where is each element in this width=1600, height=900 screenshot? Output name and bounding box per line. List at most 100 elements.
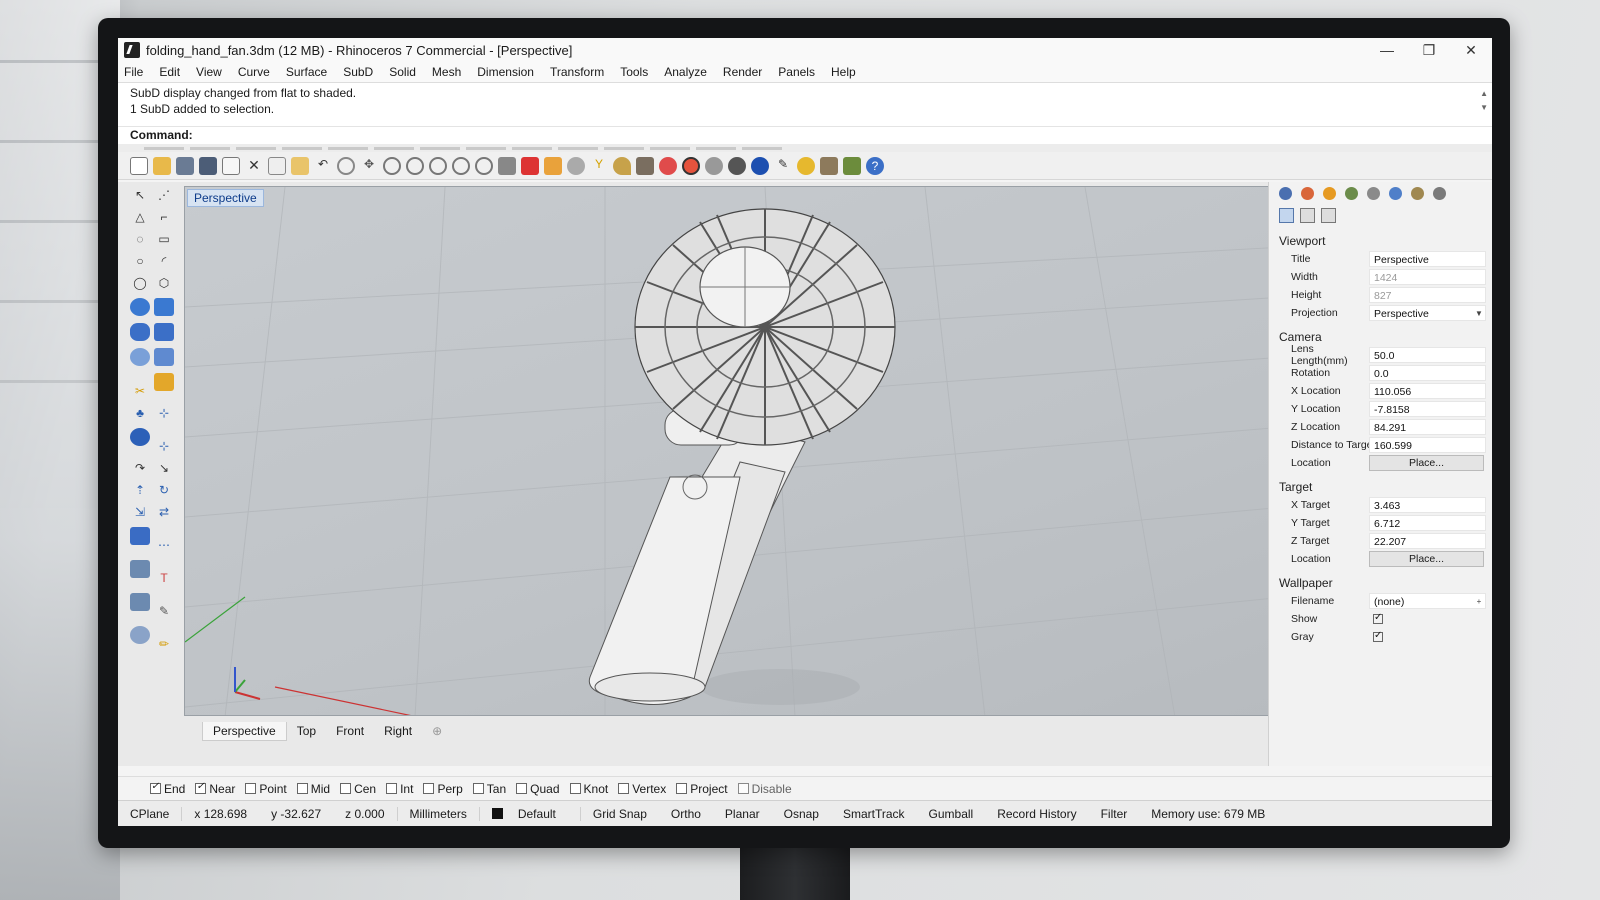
osnap-checkbox[interactable] <box>340 783 352 794</box>
mirror-icon[interactable]: ⇄ <box>154 505 174 523</box>
select-options-icon[interactable]: ⋰ <box>154 188 174 206</box>
sphere-icon[interactable] <box>130 348 150 366</box>
osnap-checkbox[interactable] <box>618 783 630 794</box>
menu-view[interactable]: View <box>196 65 222 79</box>
viewport-title[interactable]: Perspective <box>187 189 264 207</box>
osnap-mid[interactable]: Mid <box>296 782 330 796</box>
menu-solid[interactable]: Solid <box>389 65 416 79</box>
menu-subd[interactable]: SubD <box>343 65 373 79</box>
menu-surface[interactable]: Surface <box>286 65 327 79</box>
osnap-checkbox[interactable] <box>472 783 484 794</box>
gray-checkbox[interactable] <box>1373 630 1383 642</box>
solid-icon[interactable] <box>130 323 150 341</box>
point-icon[interactable]: △ <box>130 210 150 228</box>
osnap-checkbox[interactable] <box>676 783 688 794</box>
zoom-all-icon[interactable] <box>475 156 493 175</box>
osnap-checkbox[interactable] <box>296 783 308 794</box>
libraries-tab-icon[interactable] <box>1411 186 1424 200</box>
toolbar-tab[interactable] <box>190 147 230 150</box>
shaded-icon[interactable] <box>705 156 723 175</box>
units-indicator[interactable]: Millimeters <box>398 806 480 821</box>
layers-tab-icon[interactable] <box>1301 186 1314 200</box>
explode-icon[interactable]: ⊹ <box>154 406 174 424</box>
menu-panels[interactable]: Panels <box>778 65 815 79</box>
cplane-indicator[interactable]: CPlane <box>118 806 183 821</box>
lights-icon[interactable]: ✎ <box>774 157 792 175</box>
open-folder-icon[interactable] <box>153 156 171 175</box>
viewport-layout-icon[interactable] <box>498 156 516 175</box>
tab-top[interactable]: Top <box>287 722 326 741</box>
rotate-tool-icon[interactable]: ↻ <box>154 483 174 501</box>
toolbar-tab[interactable] <box>466 147 506 150</box>
fillet-icon[interactable] <box>130 428 150 446</box>
osnap-checkbox[interactable] <box>516 783 528 794</box>
dimension-icon[interactable] <box>820 156 838 175</box>
osnap-int[interactable]: Int <box>386 782 413 796</box>
gumball-toggle[interactable]: Gumball <box>917 807 986 821</box>
polygon-icon[interactable]: ⬡ <box>154 276 174 294</box>
show-checkbox[interactable] <box>1373 612 1383 624</box>
document-properties-icon[interactable] <box>1300 207 1315 223</box>
osnap-project[interactable]: Project <box>676 782 728 796</box>
toolbar-tab[interactable] <box>328 147 368 150</box>
toolbar-tab[interactable] <box>742 147 782 150</box>
add-file-icon[interactable]: + <box>1473 594 1485 610</box>
z-target-field[interactable]: 22.207 <box>1369 533 1486 549</box>
zoom-selected-icon[interactable] <box>452 156 470 175</box>
toolbar-tab[interactable] <box>236 147 276 150</box>
osnap-disable[interactable]: Disable <box>737 782 792 796</box>
blend-icon[interactable]: ↘ <box>154 461 174 479</box>
osnap-point[interactable]: Point <box>245 782 287 796</box>
arc-icon[interactable]: ◜ <box>154 254 174 272</box>
save-icon[interactable] <box>176 156 194 175</box>
save-as-icon[interactable] <box>199 156 217 175</box>
options-icon[interactable] <box>843 156 861 175</box>
toolbar-tab[interactable] <box>512 147 552 150</box>
chevron-down-icon[interactable]: ▼ <box>1473 306 1485 322</box>
text-icon[interactable]: T <box>154 571 174 589</box>
materials-tab-icon[interactable] <box>1345 186 1358 200</box>
help-tab-icon[interactable] <box>1433 186 1446 200</box>
rotate-view-icon[interactable] <box>337 156 355 175</box>
select-arrow-icon[interactable]: ↖ <box>130 188 150 206</box>
osnap-knot[interactable]: Knot <box>569 782 608 796</box>
block-icon[interactable] <box>130 593 150 611</box>
toolbar-tab[interactable] <box>696 147 736 150</box>
viewport-canvas[interactable] <box>185 187 1284 716</box>
rectangle-icon[interactable]: ▭ <box>154 232 174 250</box>
toolbar-tab[interactable] <box>650 147 690 150</box>
rotation-field[interactable]: 0.0 <box>1369 365 1486 381</box>
environment-tab-icon[interactable] <box>1367 186 1380 200</box>
tab-front[interactable]: Front <box>326 722 374 741</box>
history-scroll-arrows[interactable]: ▲ ▼ <box>1480 87 1488 115</box>
pencil-icon[interactable]: ✎ <box>154 604 174 622</box>
command-line[interactable]: Command: <box>118 126 1492 144</box>
osnap-checkbox[interactable] <box>245 783 257 794</box>
circle-icon[interactable]: ○ <box>130 254 150 272</box>
lens-field[interactable]: 50.0 <box>1369 347 1486 363</box>
dimension-tool-icon[interactable] <box>130 560 150 578</box>
material-icon[interactable] <box>659 156 677 175</box>
menu-analyze[interactable]: Analyze <box>664 65 707 79</box>
lock-icon[interactable]: Y <box>590 157 608 175</box>
copy-icon[interactable] <box>268 156 286 175</box>
environment-icon[interactable] <box>751 156 769 175</box>
move-tool-icon[interactable]: ⇡ <box>130 483 150 501</box>
menu-file[interactable]: File <box>124 65 143 79</box>
boolean-icon[interactable] <box>154 323 174 341</box>
layer-indicator[interactable]: Default <box>480 806 581 821</box>
menu-render[interactable]: Render <box>723 65 762 79</box>
ortho-toggle[interactable]: Ortho <box>659 807 713 821</box>
hide-icon[interactable] <box>567 156 585 175</box>
new-file-icon[interactable] <box>130 156 148 175</box>
orient-icon[interactable]: ⋯ <box>154 538 174 556</box>
render-tool-icon[interactable]: ✏ <box>154 637 174 655</box>
filename-field[interactable]: (none) + <box>1369 593 1486 609</box>
paste-icon[interactable] <box>291 156 309 175</box>
viewport-properties-icon[interactable] <box>1279 207 1294 223</box>
menu-help[interactable]: Help <box>831 65 856 79</box>
osnap-checkbox[interactable] <box>423 783 435 794</box>
print-icon[interactable] <box>222 156 240 175</box>
close-button[interactable]: ✕ <box>1450 42 1492 59</box>
osnap-checkbox[interactable] <box>150 781 161 794</box>
